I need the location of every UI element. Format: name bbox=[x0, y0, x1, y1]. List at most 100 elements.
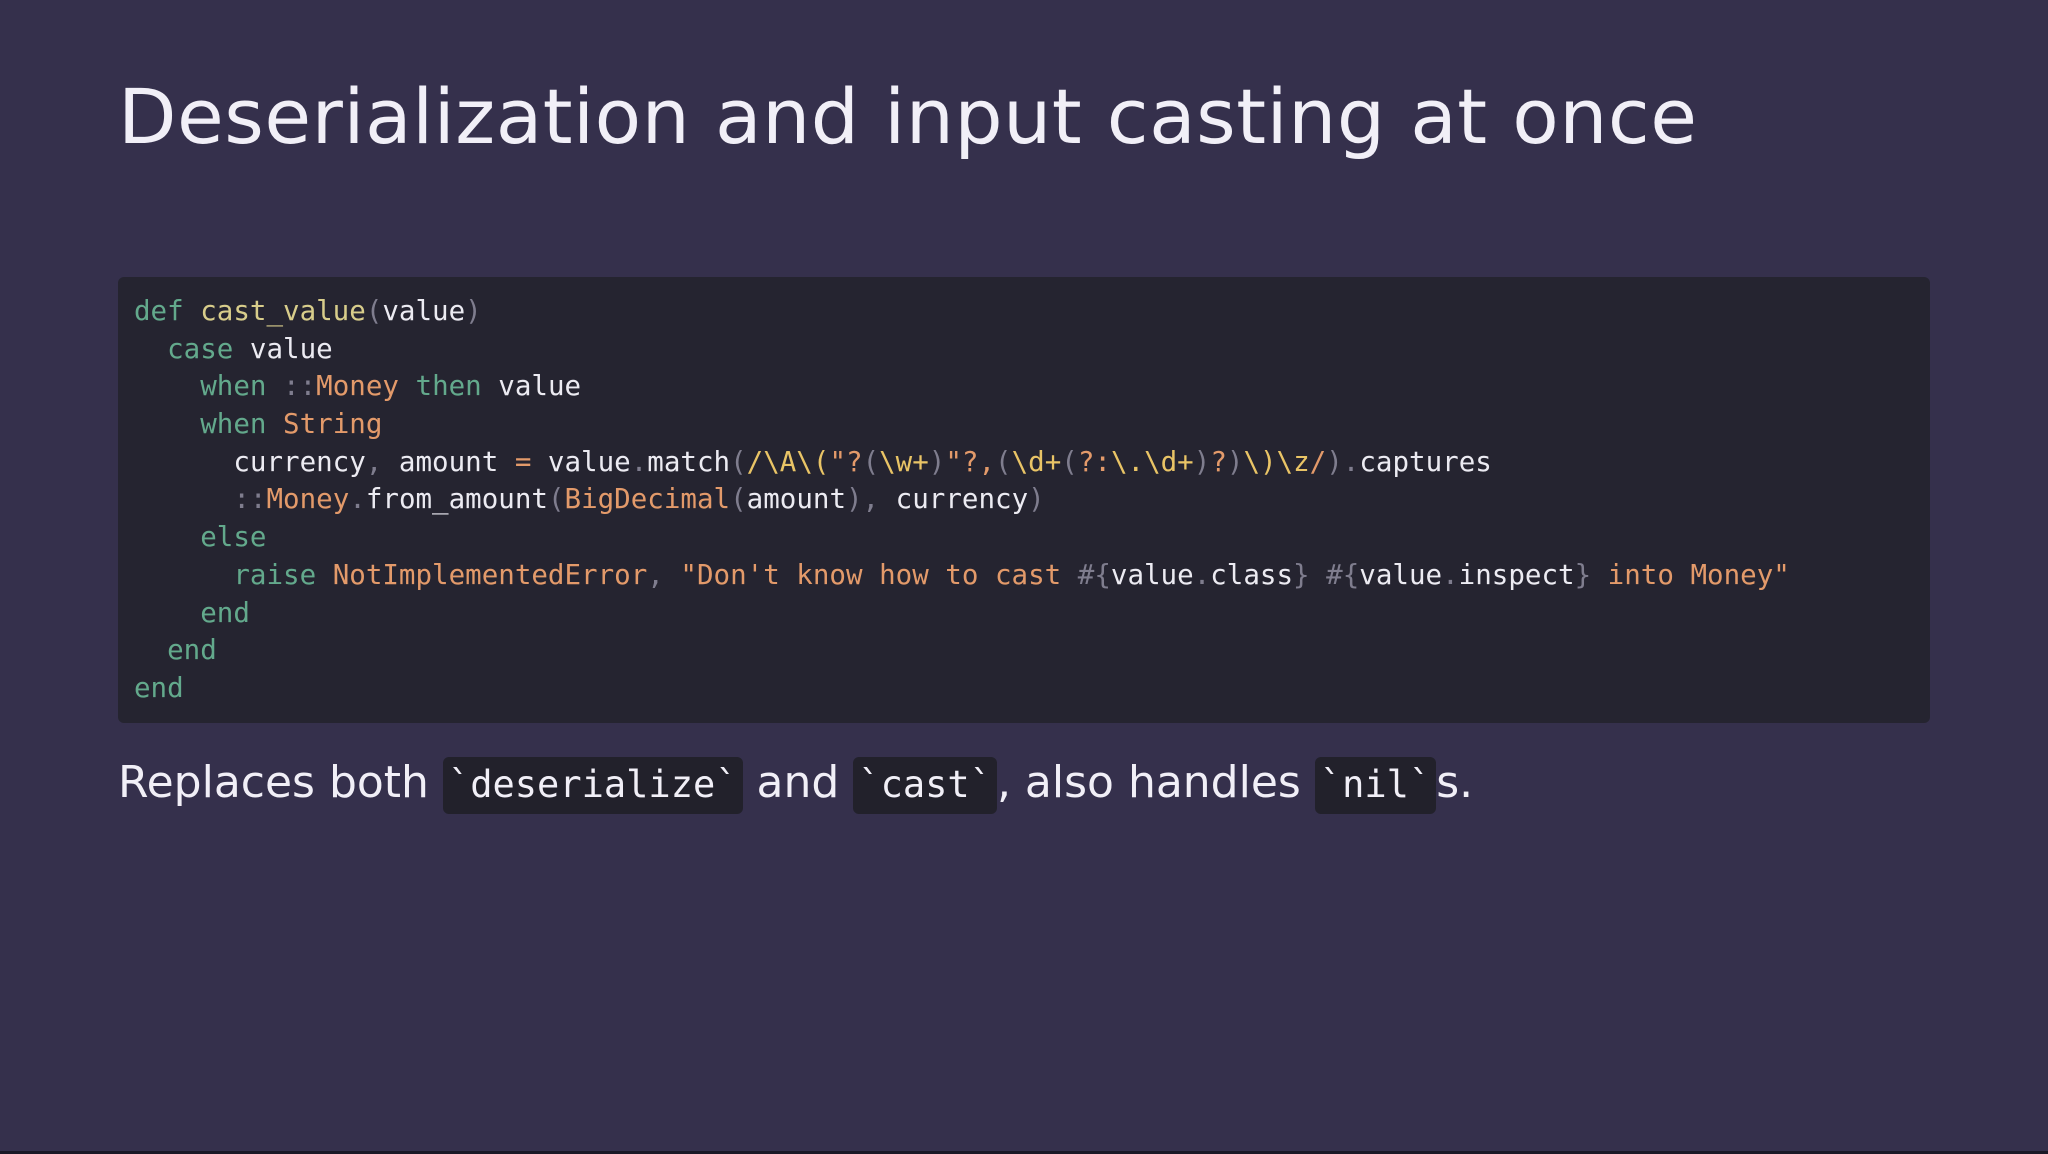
code-token: value bbox=[233, 332, 333, 365]
caption-text: s. bbox=[1436, 757, 1474, 808]
caption-text: and bbox=[742, 757, 854, 808]
code-token: ?: bbox=[1077, 445, 1111, 478]
code-token: ( bbox=[730, 483, 747, 516]
code-token: "Don't know how to cast bbox=[680, 558, 1078, 591]
code-token: end bbox=[200, 596, 250, 629]
code-token: end bbox=[134, 671, 184, 704]
caption-text: , also handles bbox=[996, 757, 1315, 808]
code-line: end bbox=[134, 595, 1930, 633]
code-token: match bbox=[647, 445, 731, 478]
code-token: Money bbox=[316, 370, 399, 403]
code-line: when ::Money then value bbox=[134, 368, 1930, 406]
code-token: ) bbox=[465, 295, 482, 327]
code-token: ) bbox=[928, 445, 946, 478]
code-token: . bbox=[1442, 558, 1459, 591]
code-token: ( bbox=[730, 445, 747, 478]
code-token: ( bbox=[547, 483, 565, 516]
code-token: value bbox=[1110, 558, 1194, 591]
code-token: "? bbox=[829, 445, 863, 478]
code-token: ), bbox=[846, 483, 880, 516]
code-line: when String bbox=[134, 406, 1930, 444]
code-token: ? bbox=[1210, 445, 1227, 478]
code-token: ) bbox=[1028, 483, 1045, 516]
inline-code-cast: `cast` bbox=[853, 757, 997, 814]
code-token: #{ bbox=[1077, 558, 1111, 591]
code-token: ) bbox=[1226, 445, 1244, 478]
inline-code-deserialize: `deserialize` bbox=[442, 757, 743, 814]
slide-title: Deserialization and input casting at onc… bbox=[118, 72, 1698, 161]
code-token: value bbox=[1359, 558, 1443, 591]
code-line: def cast_value(value) bbox=[134, 293, 1930, 331]
code-token: currency bbox=[879, 483, 1029, 516]
code-token: :: bbox=[283, 370, 317, 403]
code-token: inspect bbox=[1458, 558, 1575, 591]
code-token: def bbox=[134, 295, 184, 327]
code-token: class bbox=[1210, 558, 1294, 591]
code-token: else bbox=[200, 521, 267, 554]
code-token: \d+ bbox=[1011, 445, 1062, 478]
code-token: cast_value bbox=[200, 295, 366, 327]
code-token: / bbox=[1309, 445, 1327, 478]
code-token: , bbox=[365, 445, 383, 478]
code-line: end bbox=[134, 632, 1930, 670]
code-token: #{ bbox=[1326, 558, 1360, 591]
code-token: "?, bbox=[945, 445, 996, 478]
code-token: into Money" bbox=[1591, 558, 1790, 591]
code-token: from_amount bbox=[365, 483, 548, 516]
code-token: ( bbox=[365, 295, 383, 327]
code-token: String bbox=[283, 408, 383, 441]
code-token: ( bbox=[995, 445, 1012, 478]
code-token: value bbox=[382, 295, 466, 327]
code-token: . bbox=[1193, 558, 1211, 591]
code-token: amount bbox=[382, 445, 515, 478]
code-token: amount bbox=[746, 483, 846, 516]
code-token: } bbox=[1293, 558, 1310, 591]
code-token: captures bbox=[1359, 445, 1492, 478]
code-token: then bbox=[415, 370, 482, 403]
code-token: Money bbox=[266, 483, 350, 516]
code-token: \)\z bbox=[1243, 445, 1310, 478]
code-line: raise NotImplementedError, "Don't know h… bbox=[134, 557, 1930, 595]
inline-code-nil: `nil` bbox=[1314, 757, 1437, 814]
code-line: currency, amount = value.match(/\A\("?(\… bbox=[134, 444, 1930, 482]
code-token: . bbox=[349, 483, 366, 516]
code-line: end bbox=[134, 670, 1930, 708]
code-token: BigDecimal bbox=[564, 483, 731, 516]
caption: Replaces both `deserialize` and `cast`, … bbox=[118, 752, 1473, 816]
code-token: /\A\( bbox=[746, 445, 830, 478]
code-token: } bbox=[1574, 558, 1592, 591]
code-token: value bbox=[531, 445, 631, 478]
code-token: end bbox=[167, 634, 217, 667]
code-token: ( bbox=[862, 445, 880, 478]
code-line: ::Money.from_amount(BigDecimal(amount), … bbox=[134, 481, 1930, 519]
code-token: when bbox=[200, 370, 267, 403]
code-token: ( bbox=[1061, 445, 1078, 478]
code-token: \.\d+ bbox=[1110, 445, 1194, 478]
code-line: case value bbox=[134, 331, 1930, 369]
code-token: raise bbox=[233, 558, 317, 591]
code-token: when bbox=[200, 408, 267, 441]
code-token: \w+ bbox=[879, 445, 929, 478]
code-token: = bbox=[514, 445, 532, 478]
code-block: def cast_value(value) case value when ::… bbox=[118, 277, 1930, 723]
code-token: ). bbox=[1326, 445, 1360, 478]
code-token: . bbox=[630, 445, 648, 478]
code-token: currency bbox=[134, 445, 366, 478]
code-token: , bbox=[647, 558, 664, 591]
code-line: else bbox=[134, 519, 1930, 557]
